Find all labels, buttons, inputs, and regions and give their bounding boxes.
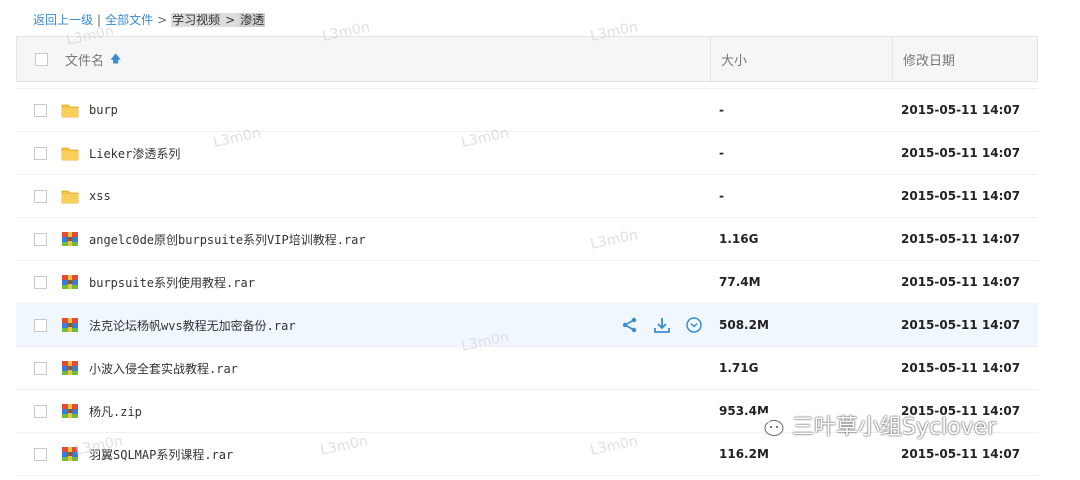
name-cell: burpsuite系列使用教程.rar <box>16 261 709 303</box>
file-name[interactable]: 法克论坛杨帆wvs教程无加密备份.rar <box>89 317 296 334</box>
table-header: 文件名 🡅 大小 修改日期 <box>16 36 1038 82</box>
file-size: - <box>719 103 724 117</box>
row-checkbox[interactable] <box>34 189 47 203</box>
file-size: 508.2M <box>719 318 769 332</box>
table-row[interactable]: Lieker渗透系列 - 2015-05-11 14:07 <box>16 132 1038 175</box>
zip-archive-icon <box>61 403 79 419</box>
table-row[interactable]: angelc0de原创burpsuite系列VIP培训教程.rar 1.16G 20… <box>16 218 1038 261</box>
all-files-link[interactable]: 全部文件 <box>105 13 153 27</box>
file-name[interactable]: angelc0de原创burpsuite系列VIP培训教程.rar <box>89 231 366 248</box>
breadcrumb-folder-link[interactable]: 学习视频 <box>171 13 222 27</box>
row-checkbox[interactable] <box>34 318 47 332</box>
modified-date: 2015-05-11 14:07 <box>901 361 1021 375</box>
name-cell: xss <box>16 175 709 217</box>
name-cell: burp <box>16 89 709 131</box>
modified-date: 2015-05-11 14:07 <box>901 146 1021 160</box>
modified-date: 2015-05-11 14:07 <box>901 318 1021 332</box>
file-name[interactable]: xss <box>89 189 111 203</box>
folder-icon <box>61 102 79 118</box>
name-cell: Lieker渗透系列 <box>16 132 709 174</box>
row-checkbox[interactable] <box>34 146 47 160</box>
file-name[interactable]: Lieker渗透系列 <box>89 145 180 162</box>
size-cell: - <box>709 175 891 217</box>
date-header-label: 修改日期 <box>903 53 956 69</box>
modified-date: 2015-05-11 14:07 <box>901 232 1021 246</box>
date-cell: 2015-05-11 14:07 <box>891 347 1038 389</box>
date-cell: 2015-05-11 14:07 <box>891 175 1038 217</box>
wechat-icon <box>753 413 784 436</box>
size-cell: - <box>709 89 891 131</box>
row-checkbox[interactable] <box>34 404 47 418</box>
file-name[interactable]: 小波入侵全套实战教程.rar <box>89 360 238 377</box>
rar-archive-icon <box>61 446 79 462</box>
file-size: 77.4M <box>719 275 761 289</box>
file-size: - <box>719 189 724 203</box>
name-cell: 杨凡.zip <box>16 390 709 432</box>
brand-text: 三叶草小组Syclover <box>792 415 997 440</box>
row-checkbox[interactable] <box>34 232 47 246</box>
size-cell: 77.4M <box>709 261 891 303</box>
sort-up-icon[interactable]: 🡅 <box>110 50 121 69</box>
name-column-header[interactable]: 文件名 🡅 <box>17 37 711 81</box>
file-name[interactable]: burp <box>89 103 118 117</box>
size-cell: - <box>709 132 891 174</box>
rar-archive-icon <box>61 360 79 376</box>
size-column-header[interactable]: 大小 <box>711 37 893 81</box>
select-all-checkbox[interactable] <box>35 52 48 66</box>
date-cell: 2015-05-11 14:07 <box>891 132 1038 174</box>
date-column-header[interactable]: 修改日期 <box>893 37 1037 81</box>
file-size: 1.16G <box>719 232 759 246</box>
file-size: 1.71G <box>719 361 759 375</box>
rar-archive-icon <box>61 274 79 290</box>
name-cell: angelc0de原创burpsuite系列VIP培训教程.rar <box>16 218 709 260</box>
size-header-label: 大小 <box>721 53 748 69</box>
file-name[interactable]: 杨凡.zip <box>89 403 142 420</box>
file-size: - <box>719 146 724 160</box>
share-icon[interactable] <box>621 316 639 334</box>
breadcrumb-arrow: > <box>157 13 168 27</box>
row-actions <box>621 316 703 334</box>
date-cell: 2015-05-11 14:07 <box>891 304 1038 346</box>
breadcrumb-current: 渗透 <box>239 13 266 27</box>
size-cell: 508.2M <box>709 304 891 346</box>
modified-date: 2015-05-11 14:07 <box>901 447 1021 461</box>
folder-icon <box>61 145 79 161</box>
table-row[interactable]: 法克论坛杨帆wvs教程无加密备份.rar 508.2M 2015-05-11 14:… <box>16 304 1038 347</box>
table-row[interactable]: burpsuite系列使用教程.rar 77.4M 2015-05-11 14:07 <box>16 261 1038 304</box>
back-link[interactable]: 返回上一级 <box>33 13 93 27</box>
row-checkbox[interactable] <box>34 361 47 375</box>
file-name[interactable]: 羽翼SQLMAP系列课程.rar <box>89 446 233 463</box>
folder-icon <box>61 188 79 204</box>
name-header-label: 文件名 <box>65 53 105 69</box>
date-cell: 2015-05-11 14:07 <box>891 89 1038 131</box>
breadcrumb-arrow: > <box>221 13 240 27</box>
download-icon[interactable] <box>653 316 671 334</box>
date-cell: 2015-05-11 14:07 <box>891 261 1038 303</box>
table-row[interactable]: 小波入侵全套实战教程.rar 1.71G 2015-05-11 14:07 <box>16 347 1038 390</box>
size-cell: 1.16G <box>709 218 891 260</box>
file-size: 116.2M <box>719 447 769 461</box>
modified-date: 2015-05-11 14:07 <box>901 103 1021 117</box>
header-gap <box>16 82 1038 89</box>
file-name[interactable]: burpsuite系列使用教程.rar <box>89 274 255 291</box>
rar-archive-icon <box>61 231 79 247</box>
more-options-icon[interactable] <box>685 316 703 334</box>
name-cell: 羽翼SQLMAP系列课程.rar <box>16 433 709 475</box>
date-cell: 2015-05-11 14:07 <box>891 218 1038 260</box>
name-cell: 法克论坛杨帆wvs教程无加密备份.rar <box>16 304 709 346</box>
row-checkbox[interactable] <box>34 275 47 289</box>
breadcrumb-divider: | <box>97 13 102 27</box>
row-checkbox[interactable] <box>34 447 47 461</box>
modified-date: 2015-05-11 14:07 <box>901 275 1021 289</box>
modified-date: 2015-05-11 14:07 <box>901 189 1021 203</box>
name-cell: 小波入侵全套实战教程.rar <box>16 347 709 389</box>
rar-archive-icon <box>61 317 79 333</box>
size-cell: 1.71G <box>709 347 891 389</box>
breadcrumb: 返回上一级 | 全部文件 > 学习视频 > 渗透 <box>33 10 266 30</box>
table-row[interactable]: xss - 2015-05-11 14:07 <box>16 175 1038 218</box>
row-checkbox[interactable] <box>34 103 47 117</box>
brand-watermark: 三叶草小组Syclover <box>752 409 996 441</box>
table-row[interactable]: burp - 2015-05-11 14:07 <box>16 89 1038 132</box>
